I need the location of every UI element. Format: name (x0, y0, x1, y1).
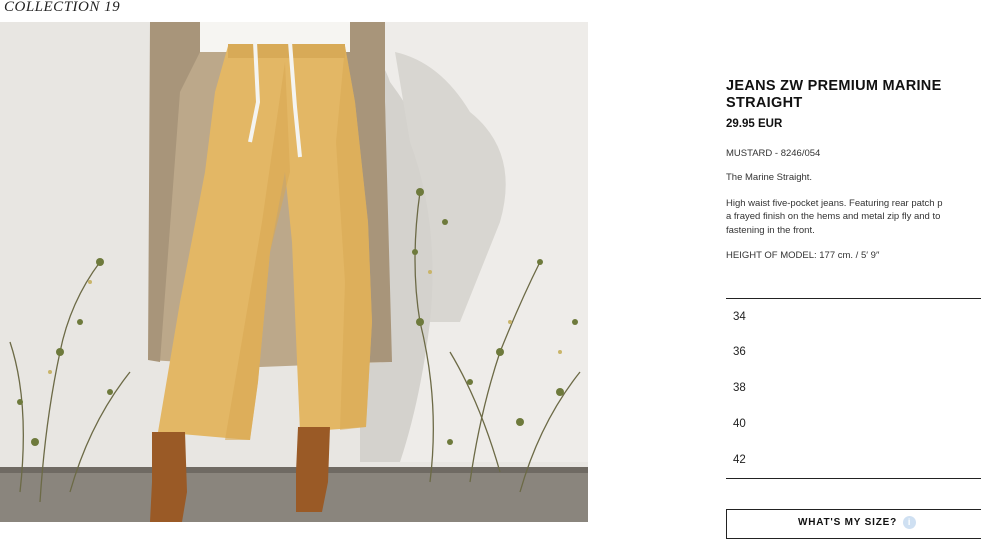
size-guide-label: WHAT'S MY SIZE? (797, 517, 897, 528)
description-line: High waist five-pocket jeans. Featuring … (726, 197, 943, 209)
size-option-38[interactable]: 38 (726, 370, 981, 406)
size-guide-button[interactable]: WHAT'S MY SIZE? i (726, 509, 981, 539)
model-height: HEIGHT OF MODEL: 177 cm. / 5′ 9″ (726, 250, 880, 261)
size-list: 34 36 38 40 42 (726, 298, 981, 479)
collection-label: COLLECTION 19 (4, 0, 121, 15)
product-title: JEANS ZW PREMIUM MARINE STRAIGHT (726, 78, 942, 111)
product-info: JEANS ZW PREMIUM MARINE STRAIGHT 29.95 E… (726, 78, 981, 263)
description-line: a frayed finish on the hems and metal zi… (726, 211, 941, 222)
product-price: 29.95 EUR (726, 118, 783, 130)
product-description: High waist five-pocket jeans. Featuring … (726, 197, 981, 238)
size-option-42[interactable]: 42 (726, 442, 981, 478)
product-color-ref: MUSTARD - 8246/054 (726, 148, 821, 159)
product-short-desc: The Marine Straight. (726, 172, 813, 183)
size-option-40[interactable]: 40 (726, 406, 981, 442)
description-line: fastening in the front. (726, 224, 815, 236)
size-option-34[interactable]: 34 (726, 299, 981, 334)
info-icon: i (903, 516, 916, 529)
size-option-36[interactable]: 36 (726, 334, 981, 370)
product-photo (0, 22, 588, 522)
